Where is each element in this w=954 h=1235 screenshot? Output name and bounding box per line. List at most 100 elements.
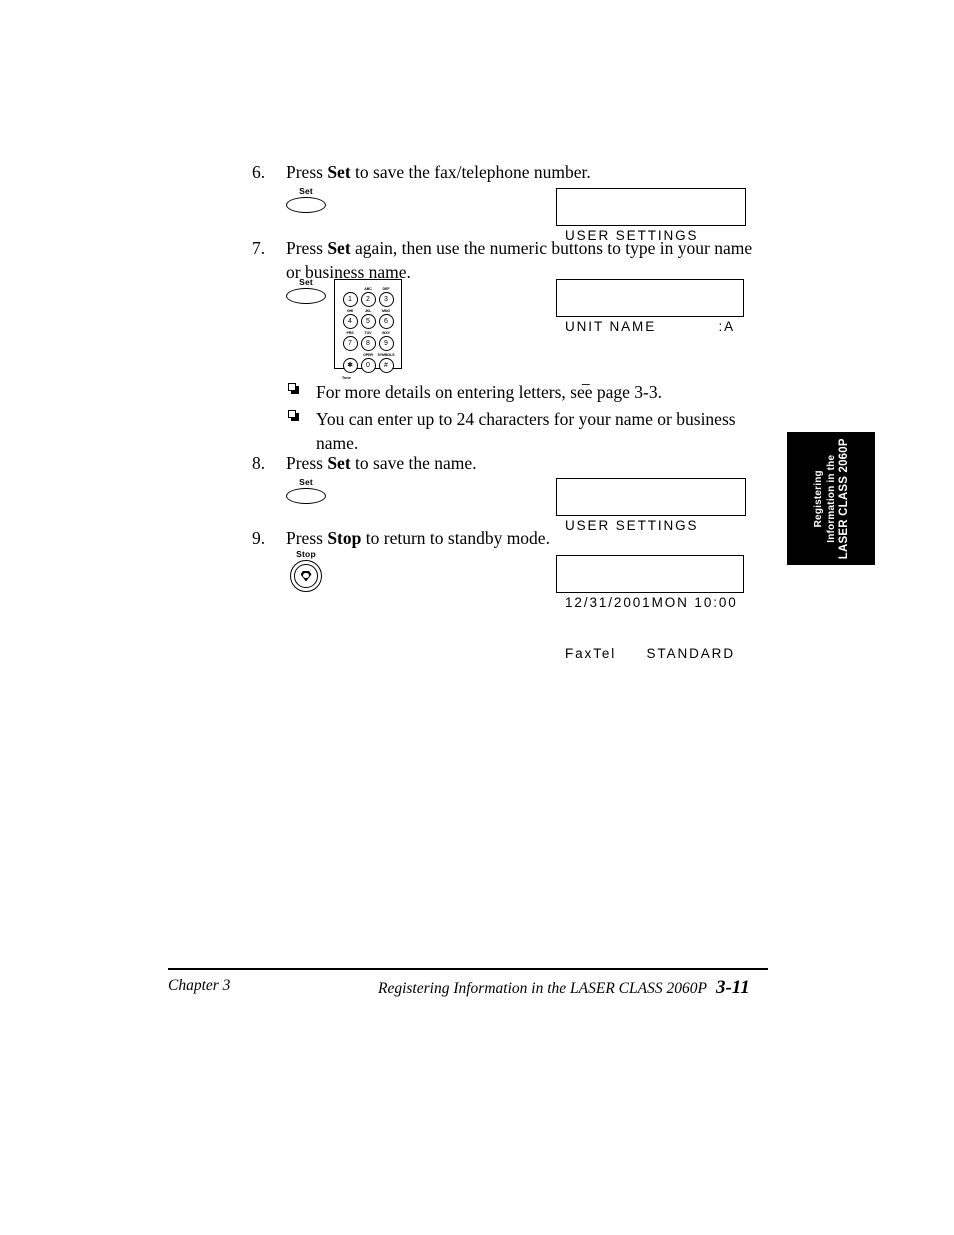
lcd-line-1-left: UNIT NAME (565, 319, 657, 334)
step-8-text: Press Set to save the name. (286, 452, 477, 476)
keypad-cell-hash[interactable]: SYMBOLS # (377, 353, 395, 375)
keypad-cell-1[interactable]: 1 (341, 287, 359, 309)
lcd-unit-name-menu: USER SETTINGS 3.UNIT NAME (556, 188, 746, 294)
lcd-unit-name-entry: UNIT NAME :A _ (556, 279, 744, 385)
chapter-side-tab-text: Registering Information in the LASER CLA… (812, 438, 850, 559)
side-tab-line-1: Registering (812, 469, 824, 528)
keypad-key-8[interactable]: 8 (360, 336, 376, 351)
keypad-cell-3[interactable]: DEF 3 (377, 287, 395, 309)
lcd-line-1-right: :A (718, 319, 735, 334)
keypad-letters-hash: SYMBOLS (377, 353, 395, 357)
lcd-line-2: FaxTel STANDARD (565, 645, 735, 662)
lcd-line-1: UNIT NAME :A (565, 318, 735, 335)
set-button-step-6[interactable]: Set (275, 186, 337, 213)
step-9-text-before: Press (286, 528, 328, 548)
numeric-keypad[interactable]: 1 ABC 2 DEF 3 GHI 4 JKL 5 MNO 6 PRS 7 TU… (334, 279, 402, 380)
stop-button-step-9[interactable]: Stop (275, 549, 337, 592)
step-7-text-after: again, then use the numeric buttons to t… (286, 238, 753, 282)
keypad-cell-0[interactable]: OPER 0 (359, 353, 377, 375)
set-button-shape[interactable] (286, 197, 326, 213)
keypad-letters-4: GHI (346, 309, 354, 313)
keypad-letters-3: DEF (382, 287, 390, 291)
step-8-number: 8. (252, 453, 266, 473)
keypad-key-2[interactable]: 2 (360, 292, 376, 307)
keypad-key-5[interactable]: 5 (360, 314, 376, 329)
lcd-line-1: 12/31/2001 MON 10:00 (565, 594, 736, 611)
keypad-cell-2[interactable]: ABC 2 (359, 287, 377, 309)
set-button-shape[interactable] (286, 488, 326, 504)
bullet-square-icon (288, 381, 316, 401)
keypad-key-1[interactable]: 1 (342, 292, 358, 307)
set-button-step-7[interactable]: Set (275, 277, 337, 304)
keypad-row-4: ✱ OPER 0 SYMBOLS # (341, 353, 395, 375)
step-6: 6. Press Set to save the fax/telephone n… (252, 161, 752, 185)
keypad-key-9[interactable]: 9 (378, 336, 394, 351)
keypad-cell-4[interactable]: GHI 4 (341, 309, 359, 331)
stop-button-label: Stop (296, 549, 316, 559)
step-7-keyword: Set (327, 238, 351, 258)
keypad-letters-6: MNO (381, 309, 391, 313)
side-tab-line-2: Information in the (824, 454, 836, 543)
keypad-cell-5[interactable]: JKL 5 (359, 309, 377, 331)
keypad-cell-9[interactable]: WXY 9 (377, 331, 395, 353)
step-7-text: Press Set again, then use the numeric bu… (286, 237, 764, 284)
note-bullet-1-text: For more details on entering letters, se… (316, 382, 663, 402)
document-page: 6. Press Set to save the fax/telephone n… (0, 0, 954, 1235)
step-8-keyword: Set (327, 453, 351, 473)
keypad-key-6[interactable]: 6 (378, 314, 394, 329)
footer-title: Registering Information in the LASER CLA… (378, 980, 707, 997)
step-7-number: 7. (252, 238, 266, 258)
keypad-letters-8: TUV (364, 331, 372, 335)
step-6-text-before: Press (286, 162, 328, 182)
step-6-text: Press Set to save the fax/telephone numb… (286, 161, 591, 185)
keypad-letters-2: ABC (364, 287, 372, 291)
keypad-key-hash[interactable]: # (378, 358, 394, 373)
keypad-key-3[interactable]: 3 (378, 292, 394, 307)
keypad-cell-asterisk[interactable]: ✱ (341, 353, 359, 375)
step-6-number: 6. (252, 162, 266, 182)
keypad-cell-7[interactable]: PRS 7 (341, 331, 359, 353)
keypad-letters-0: OPER (363, 353, 373, 357)
lcd-standby-mode: FaxTel (565, 646, 617, 661)
footer-chapter: Chapter 3 (168, 977, 231, 994)
step-9-text-after: to return to standby mode. (361, 528, 550, 548)
keypad-cell-6[interactable]: MNO 6 (377, 309, 395, 331)
set-button-label: Set (299, 477, 313, 487)
keypad-key-asterisk[interactable]: ✱ (342, 358, 358, 373)
keypad-row-1: 1 ABC 2 DEF 3 (341, 287, 395, 309)
keypad-key-7[interactable]: 7 (342, 336, 358, 351)
set-button-shape[interactable] (286, 288, 326, 304)
footer-page-number: 3-11 (715, 977, 750, 998)
footer-divider (168, 968, 768, 970)
keypad-key-0[interactable]: 0 (360, 358, 376, 373)
keypad-letters-7: PRS (346, 331, 354, 335)
keypad-cell-8[interactable]: TUV 8 (359, 331, 377, 353)
step-9-text: Press Stop to return to standby mode. (286, 527, 550, 551)
chapter-side-tab: Registering Information in the LASER CLA… (787, 432, 875, 565)
keypad-row-3: PRS 7 TUV 8 WXY 9 (341, 331, 395, 353)
bullet-square-icon (288, 408, 316, 428)
lcd-standby-quality: STANDARD (646, 646, 735, 661)
note-bullet-2-text: You can enter up to 24 characters for yo… (316, 409, 736, 453)
step-7-text-before: Press (286, 238, 328, 258)
keypad-letters-5: JKL (364, 309, 372, 313)
step-9-keyword: Stop (327, 528, 362, 548)
keypad-letters-9: WXY (382, 331, 390, 335)
lcd-standby: 12/31/2001 MON 10:00 FaxTel STANDARD (556, 555, 744, 661)
step-6-keyword: Set (327, 162, 351, 182)
step-8-text-after: to save the name. (350, 453, 477, 473)
lcd-standby-date: 12/31/2001 (565, 595, 652, 610)
step-8-text-before: Press (286, 453, 328, 473)
step-6-text-after: to save the fax/telephone number. (350, 162, 591, 182)
stop-button-shape[interactable] (290, 560, 322, 592)
note-bullet-2: You can enter up to 24 characters for yo… (288, 408, 738, 455)
step-9: 9. Press Stop to return to standby mode. (252, 527, 752, 551)
note-bullet-1: For more details on entering letters, se… (288, 381, 738, 405)
stop-icon (300, 570, 312, 582)
set-button-label: Set (299, 277, 313, 287)
set-button-step-8[interactable]: Set (275, 477, 337, 504)
step-9-number: 9. (252, 528, 266, 548)
keypad-key-4[interactable]: 4 (342, 314, 358, 329)
set-button-label: Set (299, 186, 313, 196)
side-tab-line-3: LASER CLASS 2060P (837, 438, 850, 559)
